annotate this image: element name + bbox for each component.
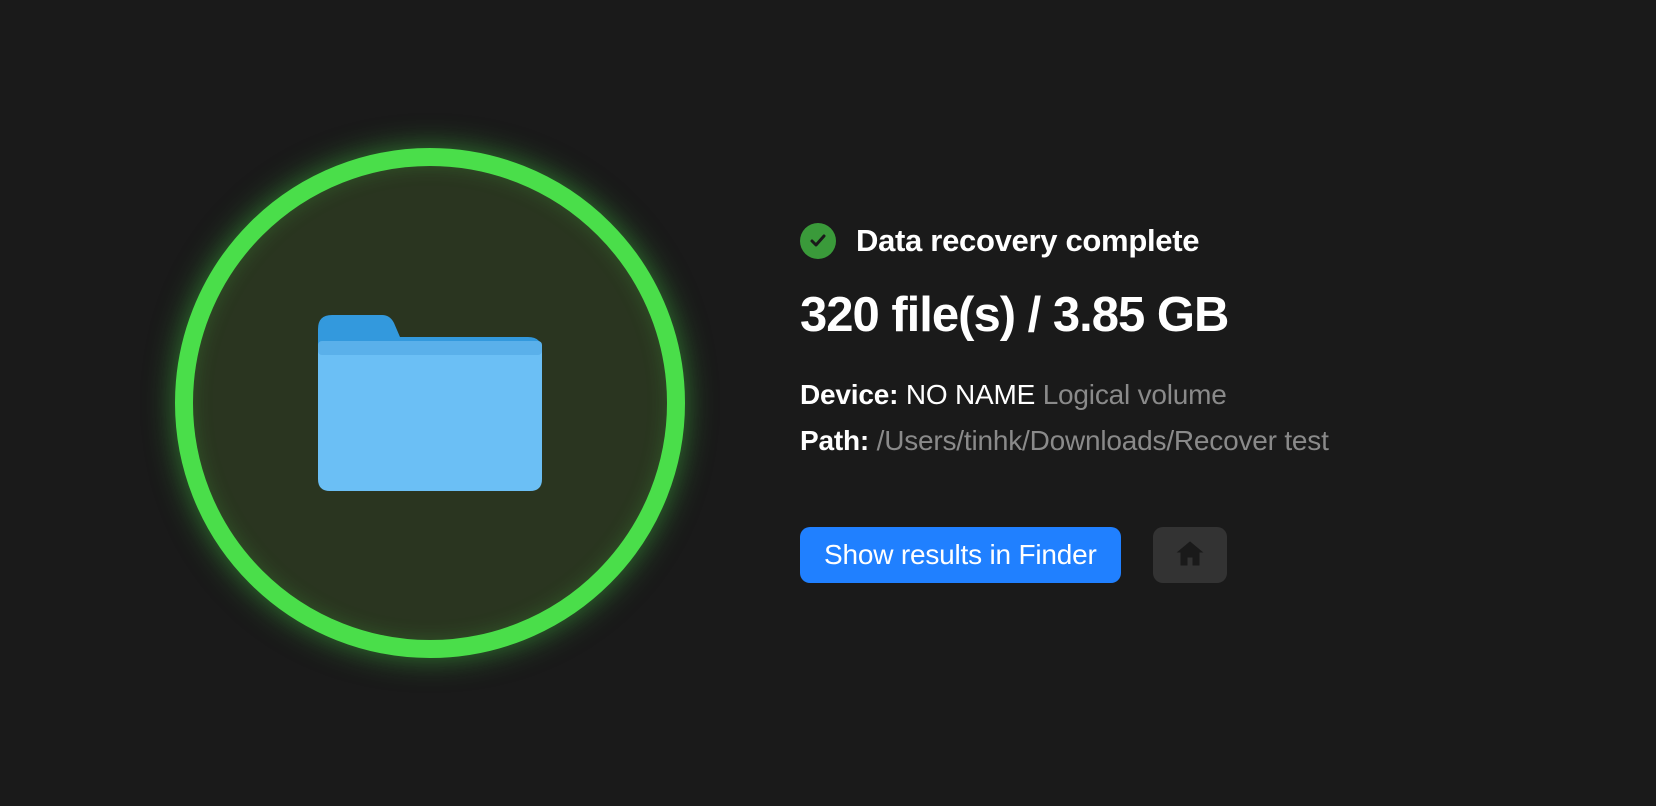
recovery-summary: 320 file(s) / 3.85 GB bbox=[800, 287, 1329, 343]
device-name: NO NAME bbox=[906, 379, 1035, 410]
status-title: Data recovery complete bbox=[856, 223, 1199, 259]
show-results-button[interactable]: Show results in Finder bbox=[800, 527, 1121, 583]
progress-visual bbox=[175, 148, 685, 658]
home-button[interactable] bbox=[1153, 527, 1227, 583]
folder-icon bbox=[310, 301, 550, 506]
device-type: Logical volume bbox=[1043, 379, 1227, 410]
check-icon bbox=[800, 223, 836, 259]
device-row: Device: NO NAME Logical volume bbox=[800, 379, 1329, 411]
home-icon bbox=[1174, 538, 1206, 573]
path-row: Path: /Users/tinhk/Downloads/Recover tes… bbox=[800, 425, 1329, 457]
status-row: Data recovery complete bbox=[800, 223, 1329, 259]
recovery-complete-panel: Data recovery complete 320 file(s) / 3.8… bbox=[0, 148, 1656, 658]
path-label: Path: bbox=[800, 425, 869, 456]
device-label: Device: bbox=[800, 379, 898, 410]
recovery-details: Data recovery complete 320 file(s) / 3.8… bbox=[800, 223, 1329, 583]
actions-row: Show results in Finder bbox=[800, 527, 1329, 583]
path-value: /Users/tinhk/Downloads/Recover test bbox=[877, 425, 1329, 456]
